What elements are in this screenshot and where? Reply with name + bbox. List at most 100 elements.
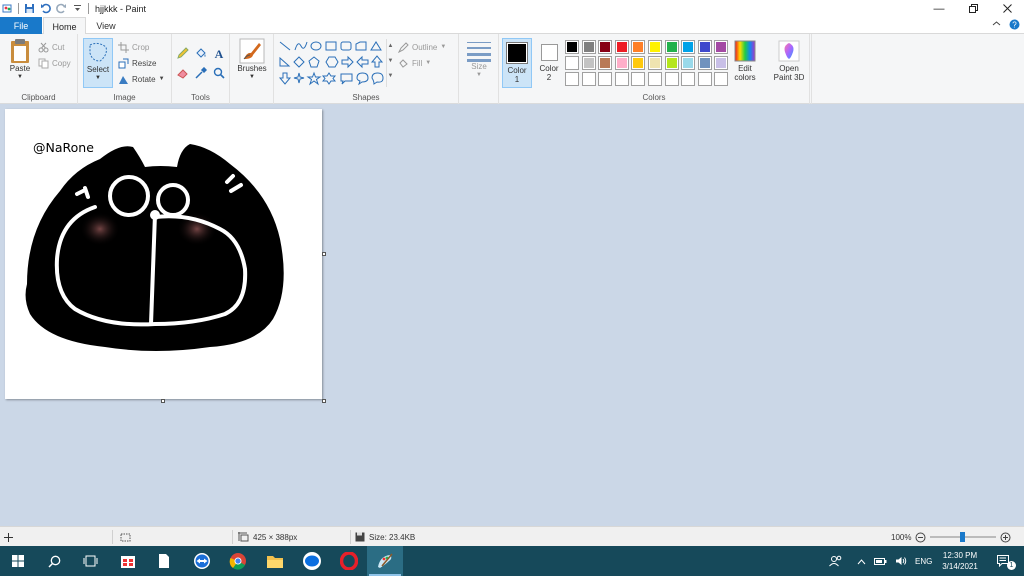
restore-button[interactable] [956, 0, 990, 17]
brushes-button[interactable]: Brushes ▼ [234, 38, 270, 82]
text-tool[interactable]: A [212, 46, 226, 60]
zoom-out-icon[interactable] [915, 532, 926, 543]
canvas-workspace[interactable]: @NaRone [0, 104, 1024, 526]
custom-color-slot[interactable] [565, 72, 579, 86]
custom-color-slot[interactable] [581, 72, 596, 86]
palette-color-swatch[interactable] [614, 40, 629, 54]
palette-color-swatch[interactable] [664, 56, 679, 70]
palette-color-swatch[interactable] [581, 40, 596, 54]
teamviewer-icon [194, 553, 210, 569]
crop-button[interactable]: Crop [118, 40, 149, 54]
palette-color-swatch[interactable] [681, 56, 696, 70]
color2-label: Color 2 [539, 64, 559, 82]
zoom-in-icon[interactable] [1000, 532, 1011, 543]
color2-button[interactable]: Color 2 [535, 38, 563, 82]
tab-file[interactable]: File [0, 17, 42, 34]
resize-button[interactable]: Resize [118, 56, 156, 70]
polygon-shape-icon [355, 41, 367, 51]
customize-toolbar-icon[interactable] [72, 3, 83, 14]
palette-color-swatch[interactable] [565, 56, 579, 70]
palette-color-swatch[interactable] [697, 56, 712, 70]
chevron-up-icon[interactable] [857, 558, 866, 565]
taskbar-notepad[interactable] [146, 546, 182, 576]
people-button[interactable] [829, 546, 843, 576]
task-view-button[interactable] [72, 546, 108, 576]
custom-color-slot[interactable] [681, 72, 696, 86]
copy-button[interactable]: Copy [38, 56, 71, 70]
edit-colors-button[interactable]: Edit colors [731, 40, 759, 82]
palette-color-swatch[interactable] [714, 40, 729, 54]
color-picker-tool[interactable] [194, 66, 208, 80]
windows-taskbar: ENG 12:30 PM 3/14/2021 1 [0, 546, 1024, 576]
color1-button[interactable]: Color 1 [502, 38, 532, 88]
size-button[interactable]: Size ▼ [463, 40, 495, 80]
custom-color-slot[interactable] [648, 72, 662, 86]
taskbar-paint[interactable] [367, 546, 403, 576]
custom-color-slot[interactable] [614, 72, 629, 86]
input-language[interactable]: ENG [915, 557, 932, 566]
custom-color-slot[interactable] [697, 72, 712, 86]
zoom-slider-thumb[interactable] [960, 532, 966, 542]
palette-color-swatch[interactable] [631, 40, 646, 54]
canvas-resize-handle-corner[interactable] [322, 399, 326, 403]
palette-color-swatch[interactable] [631, 56, 646, 70]
crosshair-icon [4, 532, 13, 542]
shapes-gallery-scroll[interactable]: ▲ ▼ ▼ [386, 39, 394, 87]
paste-button[interactable]: Paste ▼ [4, 38, 36, 82]
palette-color-swatch[interactable] [697, 40, 712, 54]
palette-color-swatch[interactable] [648, 40, 662, 54]
palette-color-swatch[interactable] [565, 40, 579, 54]
battery-icon[interactable] [874, 556, 887, 566]
action-center-button[interactable]: 1 [990, 546, 1018, 576]
fill-tool[interactable] [194, 46, 208, 60]
close-button[interactable] [990, 0, 1024, 17]
save-icon[interactable] [24, 3, 35, 14]
redo-icon[interactable] [56, 3, 67, 14]
open-paint3d-button[interactable]: Open Paint 3D [768, 40, 810, 82]
palette-color-swatch[interactable] [598, 56, 613, 70]
search-button[interactable] [36, 546, 72, 576]
speaker-icon[interactable] [895, 556, 907, 566]
palette-color-swatch[interactable] [581, 56, 596, 70]
eraser-tool[interactable] [176, 66, 190, 80]
palette-color-swatch[interactable] [714, 56, 729, 70]
magnifier-tool[interactable] [212, 66, 226, 80]
canvas-resize-handle-right[interactable] [322, 252, 326, 256]
palette-color-swatch[interactable] [648, 56, 662, 70]
custom-color-slot[interactable] [631, 72, 646, 86]
select-button[interactable]: Select ▼ [83, 38, 113, 88]
taskbar-chrome[interactable] [220, 546, 256, 576]
taskbar-teamviewer[interactable] [184, 546, 220, 576]
custom-color-slot[interactable] [598, 72, 613, 86]
crop-label: Crop [132, 42, 150, 52]
undo-icon[interactable] [40, 3, 51, 14]
custom-color-slot[interactable] [664, 72, 679, 86]
palette-color-swatch[interactable] [598, 40, 613, 54]
shapes-gallery[interactable] [278, 40, 390, 86]
fill-button[interactable]: Fill ▼ [398, 56, 431, 70]
tab-home[interactable]: Home [43, 17, 86, 35]
zoom-slider[interactable] [930, 532, 997, 542]
collapse-ribbon-icon[interactable] [992, 19, 1001, 28]
clock[interactable]: 12:30 PM 3/14/2021 [936, 546, 984, 576]
canvas-resize-handle-bottom[interactable] [161, 399, 165, 403]
taskbar-file-explorer[interactable] [257, 546, 293, 576]
tab-view[interactable]: View [86, 17, 126, 34]
pencil-tool[interactable] [176, 46, 190, 60]
help-icon[interactable]: ? [1009, 19, 1020, 30]
rotate-button[interactable]: Rotate ▼ [118, 72, 165, 86]
cut-button[interactable]: Cut [38, 40, 64, 54]
outline-button[interactable]: Outline ▼ [398, 40, 446, 54]
paint-app-icon[interactable] [2, 3, 13, 14]
taskbar-opera[interactable] [331, 546, 367, 576]
resize-label: Resize [132, 58, 157, 68]
palette-color-swatch[interactable] [614, 56, 629, 70]
taskbar-zalo[interactable] [294, 546, 330, 576]
palette-color-swatch[interactable] [681, 40, 696, 54]
minimize-button[interactable]: — [922, 0, 956, 17]
palette-color-swatch[interactable] [664, 40, 679, 54]
custom-color-slot[interactable] [714, 72, 729, 86]
start-button[interactable] [0, 546, 36, 576]
taskbar-app-store[interactable] [110, 546, 146, 576]
drawing-canvas[interactable]: @NaRone [5, 109, 322, 399]
